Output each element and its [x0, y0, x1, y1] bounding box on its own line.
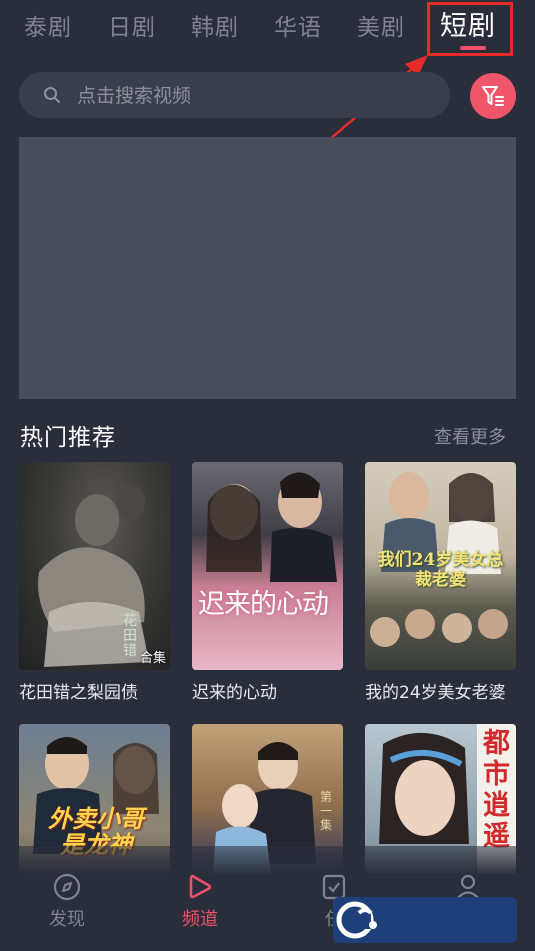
see-more-link[interactable]: 查看更多	[434, 423, 506, 449]
card-title[interactable]: 我的24岁美女老婆	[365, 678, 516, 703]
poster-image[interactable]: 花田错 合集	[19, 462, 170, 670]
nav-discover[interactable]: 发现	[27, 872, 107, 931]
nav-label: 发现	[49, 909, 85, 930]
search-bar[interactable]	[19, 72, 450, 118]
search-input[interactable]	[75, 82, 439, 110]
annotation-highlight-box	[427, 2, 513, 56]
nav-label: 频道	[182, 909, 218, 930]
search-icon	[44, 87, 61, 104]
collection-badge: 合集	[139, 651, 166, 666]
poster-title-art: 都市逍遥	[483, 728, 510, 852]
poster-image[interactable]: 我们24岁美女总裁老婆	[365, 462, 516, 670]
poster-title-art: 迟来的心动	[198, 589, 329, 620]
poster-figures	[206, 472, 337, 582]
poster-image[interactable]: 迟来的心动	[192, 462, 343, 670]
card-title[interactable]: 迟来的心动	[192, 678, 343, 703]
category-tabs: 泰剧 日剧 韩剧 华语 美剧 短剧	[0, 0, 535, 56]
tab-thai-drama[interactable]: 泰剧	[24, 8, 72, 42]
watermark-logo	[333, 897, 517, 943]
filter-button[interactable]	[470, 73, 516, 119]
poster-title-art: 我们24岁美女总裁老婆	[377, 550, 504, 590]
tab-us-drama[interactable]: 美剧	[357, 8, 405, 42]
poster-title-art: 花田错	[123, 613, 137, 659]
play-icon	[189, 874, 212, 899]
poster-figures	[38, 485, 149, 667]
banner-carousel[interactable]	[19, 137, 516, 399]
filter-icon	[482, 86, 504, 106]
section-title: 热门推荐	[20, 425, 116, 451]
tab-chinese-drama[interactable]: 华语	[274, 8, 322, 42]
tab-japanese-drama[interactable]: 日剧	[108, 8, 156, 42]
tab-korean-drama[interactable]: 韩剧	[191, 8, 239, 42]
nav-channel[interactable]: 频道	[160, 872, 240, 931]
compass-icon	[53, 873, 81, 901]
poster-title-art: 第一集	[320, 790, 333, 832]
card-title[interactable]: 花田错之梨园债	[19, 678, 170, 703]
